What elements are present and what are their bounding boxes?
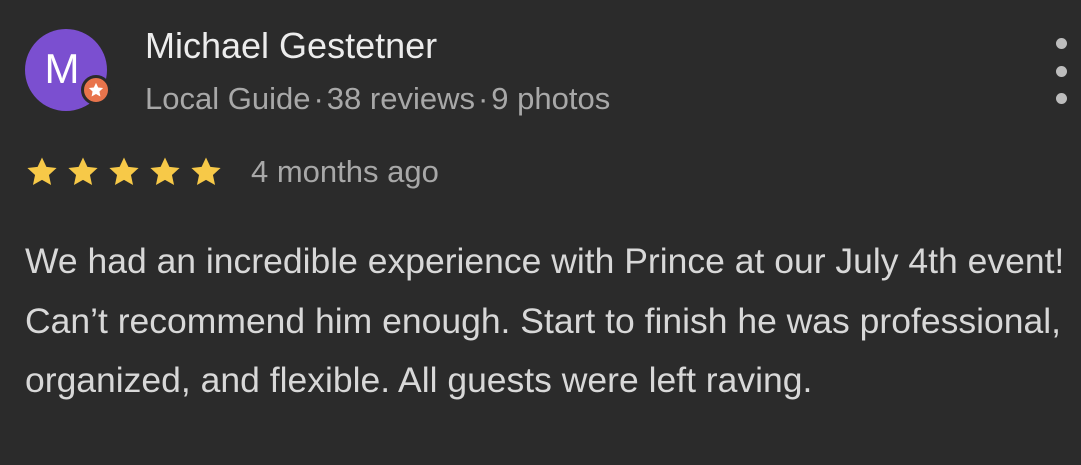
rating-row: 4 months ago bbox=[25, 150, 439, 194]
avatar[interactable]: M bbox=[25, 29, 111, 111]
review-card: M Michael Gestetner Local Guide·38 revie… bbox=[0, 0, 1081, 465]
local-guide-badge-icon bbox=[81, 75, 111, 105]
badge-star-icon bbox=[88, 82, 104, 97]
photos-count: 9 photos bbox=[491, 81, 611, 116]
star-icon bbox=[109, 157, 139, 186]
review-text: We had an incredible experience with Pri… bbox=[25, 241, 1065, 400]
star-icon bbox=[191, 157, 221, 186]
star-icon bbox=[150, 157, 180, 186]
author-name[interactable]: Michael Gestetner bbox=[145, 24, 437, 68]
author-meta: Local Guide·38 reviews·9 photos bbox=[145, 80, 610, 118]
more-vertical-icon[interactable] bbox=[1043, 38, 1079, 104]
meta-separator: · bbox=[477, 81, 489, 116]
local-guide-label: Local Guide bbox=[145, 81, 311, 116]
star-icon bbox=[68, 157, 98, 186]
menu-dot bbox=[1055, 65, 1067, 77]
star-icon bbox=[27, 157, 57, 186]
review-date: 4 months ago bbox=[251, 154, 439, 189]
reviews-count: 38 reviews bbox=[326, 81, 475, 116]
avatar-letter: M bbox=[44, 45, 80, 92]
menu-dot bbox=[1055, 93, 1067, 104]
menu-dot bbox=[1055, 38, 1067, 49]
meta-separator: · bbox=[313, 81, 324, 116]
star-rating bbox=[25, 155, 230, 189]
